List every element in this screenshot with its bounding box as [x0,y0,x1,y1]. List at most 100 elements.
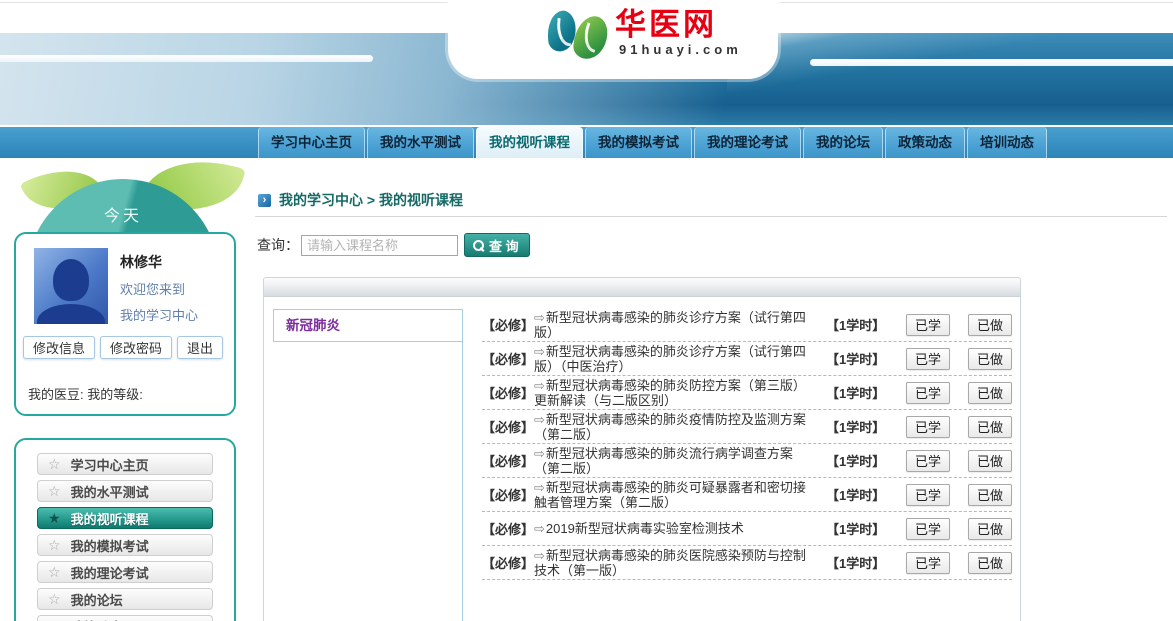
search-input[interactable] [301,235,458,256]
course-row: 【必修】 新型冠状病毒感染的肺炎诊疗方案（试行第四版） 【1学时】 已学 已做 [482,308,1012,342]
course-hours: 【1学时】 [826,349,890,368]
course-required-tag: 【必修】 [482,485,534,504]
search-button-label: 查 询 [489,236,519,255]
sidebar-menu-item[interactable]: 我的水平测试 [37,480,213,502]
learned-button[interactable]: 已学 [906,518,950,540]
nav-tabs: 学习中心主页 我的水平测试 我的视听课程 我的模拟考试 我的理论考试 我的论坛 … [258,127,1049,158]
profile-action-button[interactable]: 退出 [177,336,223,359]
course-row: 【必修】 新型冠状病毒感染的肺炎医院感染预防与控制技术（第一版） 【1学时】 已… [482,546,1012,580]
nav-tab[interactable]: 我的理论考试 [694,127,801,158]
logo-leaf-green-icon [573,15,609,60]
done-button[interactable]: 已做 [968,484,1012,506]
done-button[interactable]: 已做 [968,348,1012,370]
brand-name: 华医网 [615,9,742,42]
user-name: 林修华 [120,252,162,272]
done-button[interactable]: 已做 [968,552,1012,574]
sidebar-menu-item-label: 我的论坛 [71,590,123,609]
nav-tab[interactable]: 我的水平测试 [367,127,474,158]
column-separator [462,341,463,621]
course-title-link[interactable]: 新型冠状病毒感染的肺炎医院感染预防与控制技术（第一版） [534,548,812,578]
course-hours: 【1学时】 [826,451,890,470]
star-icon [48,457,61,471]
learned-button[interactable]: 已学 [906,552,950,574]
learned-button[interactable]: 已学 [906,314,950,336]
profile-action-button[interactable]: 修改信息 [23,336,95,359]
nav-tab-label: 我的视听课程 [489,135,570,150]
learned-button[interactable]: 已学 [906,416,950,438]
sidebar-menu-item[interactable]: 学习中心主页 [37,453,213,475]
search-button[interactable]: 查 询 [464,233,530,257]
course-row: 【必修】 新型冠状病毒感染的肺炎可疑暴露者和密切接触者管理方案（第二版） 【1学… [482,478,1012,512]
course-hours: 【1学时】 [826,485,890,504]
breadcrumb-arrow-icon: › [258,194,271,207]
wave-highlight-right [727,33,1173,125]
nav-tab[interactable]: 学习中心主页 [258,127,365,158]
nav-tab-label: 我的论坛 [816,135,870,150]
sidebar-menu: 学习中心主页 我的水平测试 我的视听课程 我的模拟考试 我的理论考试 我的论坛 … [14,438,236,621]
nav-tab[interactable]: 培训动态 [967,127,1047,158]
course-hours: 【1学时】 [826,553,890,572]
done-button[interactable]: 已做 [968,314,1012,336]
profile-stats: 我的医豆: 我的等级: [28,384,143,403]
course-row: 【必修】 新型冠状病毒感染的肺炎诊疗方案（试行第四版）（中医治疗） 【1学时】 … [482,342,1012,376]
done-button[interactable]: 已做 [968,518,1012,540]
sidebar-menu-item-label: 我的模拟考试 [71,536,149,555]
course-title-link[interactable]: 新型冠状病毒感染的肺炎疫情防控及监测方案（第二版） [534,412,812,442]
profile-actions: 修改信息修改密码退出 [23,336,223,359]
course-required-tag: 【必修】 [482,315,534,334]
learned-button[interactable]: 已学 [906,348,950,370]
sidebar-menu-item[interactable]: 政策动态 [37,615,213,621]
sidebar-menu-item[interactable]: 我的模拟考试 [37,534,213,556]
site-logo[interactable]: 华医网 91huayi.com [545,6,742,60]
star-icon [48,538,61,552]
course-title-link[interactable]: 新型冠状病毒感染的肺炎诊疗方案（试行第四版）（中医治疗） [534,344,812,374]
nav-tab-label: 我的水平测试 [380,135,461,150]
course-required-tag: 【必修】 [482,553,534,572]
sidebar-menu-item[interactable]: 我的理论考试 [37,561,213,583]
done-button[interactable]: 已做 [968,416,1012,438]
page: 华医网 91huayi.com 学习中心主页 我的水平测试 我的视听课程 我的模… [0,0,1173,621]
course-title-link[interactable]: 新型冠状病毒感染的肺炎可疑暴露者和密切接触者管理方案（第二版） [534,480,812,510]
learned-button[interactable]: 已学 [906,484,950,506]
breadcrumb: › 我的学习中心 > 我的视听课程 [258,190,463,210]
star-icon [48,511,61,525]
course-title-link[interactable]: 新型冠状病毒感染的肺炎流行病学调查方案（第二版） [534,446,812,476]
course-search: 查询： 查 询 [257,233,530,257]
welcome-line2: 我的学习中心 [120,305,198,324]
wave-stripe-right [810,59,1173,66]
learned-button[interactable]: 已学 [906,450,950,472]
profile-card: 林修华 欢迎您来到 我的学习中心 修改信息修改密码退出 我的医豆: 我的等级: [14,232,236,416]
done-button[interactable]: 已做 [968,382,1012,404]
sidebar-menu-item-label: 我的视听课程 [71,509,149,528]
category-tab-covid[interactable]: 新冠肺炎 [273,309,463,342]
course-title-link[interactable]: 新型冠状病毒感染的肺炎防控方案（第三版）更新解读（与二版区别） [534,378,812,408]
done-button[interactable]: 已做 [968,450,1012,472]
nav-tab[interactable]: 我的视听课程 [476,127,583,158]
brand-domain: 91huayi.com [615,43,742,57]
profile-action-button[interactable]: 修改密码 [100,336,172,359]
course-row: 【必修】 新型冠状病毒感染的肺炎防控方案（第三版）更新解读（与二版区别） 【1学… [482,376,1012,410]
user-avatar [34,248,108,324]
nav-tab-label: 我的理论考试 [707,135,788,150]
welcome-line1: 欢迎您来到 [120,279,185,298]
course-table-header-bar [264,278,1020,297]
star-icon [48,592,61,606]
course-required-tag: 【必修】 [482,451,534,470]
wave-stripe-left [0,55,373,62]
sidebar-menu-item[interactable]: 我的论坛 [37,588,213,610]
course-rows: 【必修】 新型冠状病毒感染的肺炎诊疗方案（试行第四版） 【1学时】 已学 已做 … [482,308,1012,580]
nav-tab[interactable]: 政策动态 [885,127,965,158]
course-title-link[interactable]: 新型冠状病毒感染的肺炎诊疗方案（试行第四版） [534,310,812,340]
nav-tab-label: 我的模拟考试 [598,135,679,150]
course-required-tag: 【必修】 [482,383,534,402]
nav-tab-label: 培训动态 [980,135,1034,150]
sidebar-menu-item[interactable]: 我的视听课程 [37,507,213,529]
course-required-tag: 【必修】 [482,417,534,436]
logo-leaves-icon [545,6,609,60]
course-row: 【必修】 2019新型冠状病毒实验室检测技术 【1学时】 已学 已做 [482,512,1012,546]
nav-tab[interactable]: 我的模拟考试 [585,127,692,158]
sidebar-menu-item-label: 政策动态 [71,617,123,621]
learned-button[interactable]: 已学 [906,382,950,404]
nav-tab[interactable]: 我的论坛 [803,127,883,158]
course-title-link[interactable]: 2019新型冠状病毒实验室检测技术 [534,521,812,536]
